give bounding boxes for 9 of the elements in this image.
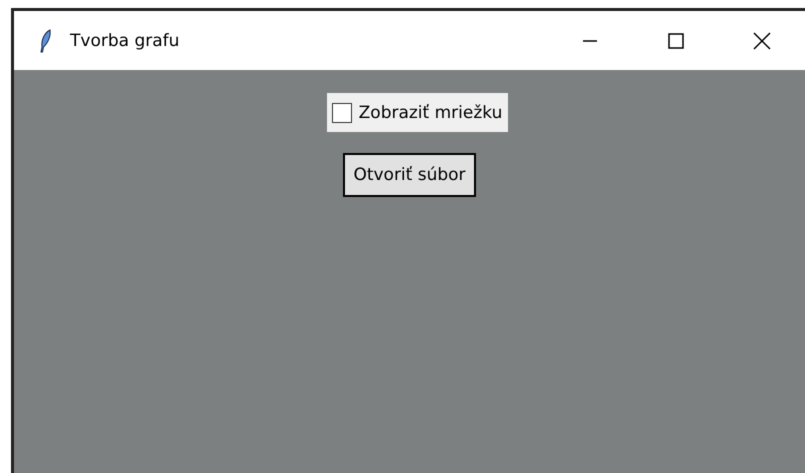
checkbox-label: Zobraziť mriežku: [358, 102, 502, 122]
checkbox[interactable]: [332, 102, 352, 122]
close-icon: [752, 30, 772, 50]
minimize-icon: [583, 40, 597, 42]
window-title: Tvorba grafu: [70, 30, 180, 50]
maximize-icon: [667, 32, 685, 50]
feather-icon: [40, 28, 52, 52]
open-file-button[interactable]: Otvoriť súbor: [343, 153, 476, 197]
grid-checkbox[interactable]: Zobraziť mriežku: [326, 93, 508, 132]
